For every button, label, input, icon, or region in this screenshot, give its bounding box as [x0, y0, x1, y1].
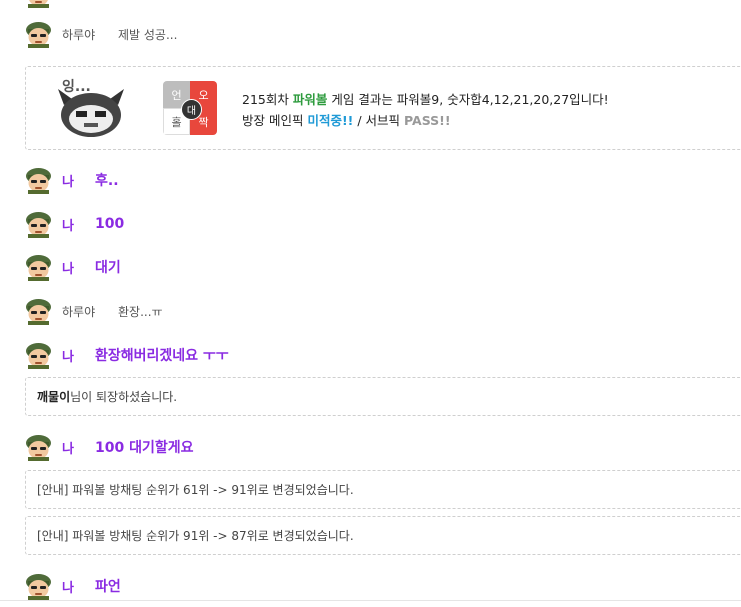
message-text: 100	[95, 216, 125, 232]
main-pick-status: 미적중!!	[307, 113, 354, 128]
avatar	[25, 253, 52, 281]
avatar	[25, 0, 52, 8]
chat-message: 나 대기	[0, 252, 741, 282]
chat-message: 하루야 환장...ㅠ	[0, 296, 741, 326]
message-text: 100 대기할게요	[95, 440, 194, 456]
sender-name[interactable]: 나	[62, 438, 74, 457]
chat-message: 나 환장해버리겠네요 ㅜㅜ	[0, 340, 741, 370]
sender-name[interactable]: 나	[62, 215, 74, 234]
user-name[interactable]: 깨물이	[37, 388, 70, 405]
message-text: 환장해버리겠네요 ㅜㅜ	[95, 348, 229, 364]
sender-name[interactable]: 나	[62, 346, 74, 365]
result-grid: 언 오 홀 짝 대	[163, 81, 217, 135]
message-text: 후..	[95, 173, 119, 189]
chat-message: 나 100 대기할게요	[0, 432, 741, 462]
game-name: 파워볼	[292, 92, 328, 107]
avatar	[25, 210, 52, 238]
sub-pick-status: PASS!!	[404, 113, 451, 128]
chat-message: 나 100	[0, 209, 741, 239]
game-result-notice: 잉... 언 오 홀 짝 대 215회차 파워볼 게임 결과는 파워볼9, 숫자…	[25, 66, 741, 150]
divider	[0, 600, 741, 601]
message-text: 대기	[95, 260, 121, 276]
avatar	[25, 20, 52, 48]
sender-name[interactable]: 나	[62, 577, 74, 596]
rank-notice: [안내] 파워볼 방채팅 순위가 91위 -> 87위로 변경되었습니다.	[25, 516, 741, 555]
avatar	[25, 297, 52, 325]
sender-name[interactable]: 하루야	[62, 26, 95, 43]
sender-name[interactable]: 나	[62, 171, 74, 190]
rank-notice: [안내] 파워볼 방채팅 순위가 61위 -> 91위로 변경되었습니다.	[25, 470, 741, 509]
message-text: 환장...ㅠ	[118, 304, 163, 319]
avatar	[25, 433, 52, 461]
notice-text: 님이 퇴장하셨습니다.	[70, 390, 178, 404]
message-text: 파언	[95, 579, 121, 595]
chat-message: 하루야 제발 성공...	[0, 19, 741, 49]
message-text: 제발 성공...	[118, 27, 178, 42]
notice-text: [안내] 파워볼 방채팅 순위가 91위 -> 87위로 변경되었습니다.	[37, 529, 354, 543]
chat-message: 나 후..	[0, 165, 741, 195]
mascot-icon: 잉...	[58, 78, 124, 137]
chat-message: 나 파언	[0, 571, 741, 601]
result-text: 215회차 파워볼 게임 결과는 파워볼9, 숫자합4,12,21,20,27입…	[242, 89, 609, 131]
exit-notice: 깨물이 님이 퇴장하셨습니다.	[25, 377, 741, 416]
sender-name[interactable]: 나	[62, 258, 74, 277]
main-pick-label: 방장 메인픽	[242, 113, 304, 128]
avatar	[25, 572, 52, 600]
avatar	[25, 166, 52, 194]
result-summary: 게임 결과는 파워볼9, 숫자합4,12,21,20,27입니다!	[331, 92, 609, 107]
grid-center: 대	[181, 99, 202, 120]
sender-name[interactable]: 하루야	[62, 303, 95, 320]
mascot-text: 잉...	[62, 78, 91, 95]
avatar	[25, 341, 52, 369]
round-label: 215회차	[242, 92, 289, 107]
notice-text: [안내] 파워볼 방채팅 순위가 61위 -> 91위로 변경되었습니다.	[37, 483, 354, 497]
sub-pick-label: / 서브픽	[357, 113, 401, 128]
